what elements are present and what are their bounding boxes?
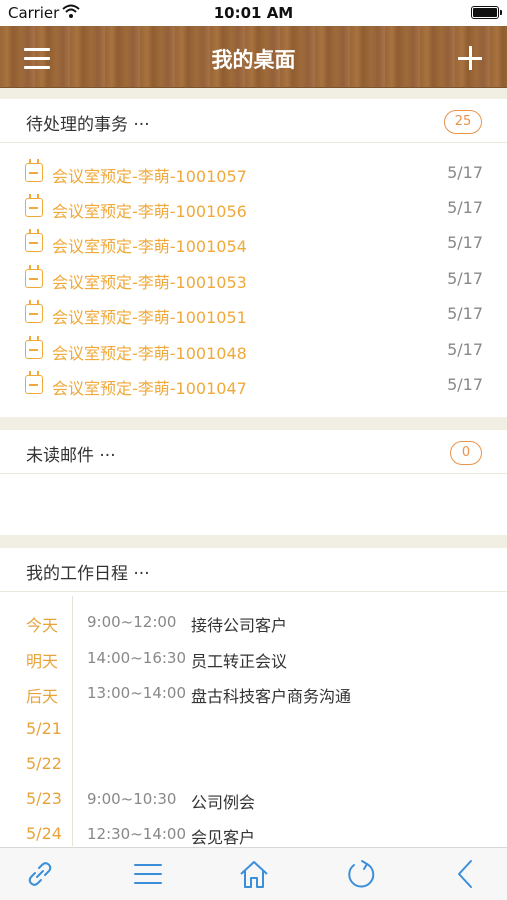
task-date: 5/17 [447, 340, 483, 359]
schedule-header[interactable]: 我的工作日程 ··· [0, 548, 507, 592]
schedule-row[interactable]: 5/22 [0, 752, 507, 776]
task-item[interactable]: 会议室预定-李萌-1001053 5/17 [25, 265, 483, 292]
task-date: 5/17 [447, 198, 483, 217]
task-title: 会议室预定-李萌-1001047 [52, 379, 247, 398]
task-title: 会议室预定-李萌-1001051 [52, 308, 247, 327]
schedule-time: 12:30~14:00 [87, 825, 187, 843]
schedule-row[interactable]: 5/23 9:00~10:30 公司例会 [0, 787, 507, 812]
link-icon[interactable] [24, 858, 56, 890]
schedule-time: 13:00~14:00 [87, 684, 187, 702]
calendar-icon [25, 300, 43, 323]
pending-tasks-title: 待处理的事务 ··· [26, 115, 150, 135]
schedule-day: 5/24 [26, 824, 62, 843]
calendar-icon [25, 336, 43, 359]
schedule-day: 明天 [26, 652, 59, 671]
schedule-day: 5/23 [26, 789, 62, 808]
task-date: 5/17 [447, 375, 483, 394]
navigation-bar: 我的桌面 [0, 26, 507, 88]
task-item[interactable]: 会议室预定-李萌-1001047 5/17 [25, 371, 483, 398]
pending-tasks-card: 待处理的事务 ··· 25 会议室预定-李萌-1001057 5/17 会议室预… [0, 99, 507, 417]
task-title: 会议室预定-李萌-1001054 [52, 237, 247, 256]
page-title: 我的桌面 [211, 48, 296, 72]
schedule-row[interactable]: 明天 14:00~16:30 员工转正会议 [0, 646, 507, 671]
back-icon[interactable] [450, 858, 482, 890]
list-icon[interactable] [132, 858, 164, 890]
task-date: 5/17 [447, 304, 483, 323]
home-icon[interactable] [238, 858, 270, 890]
schedule-day: 5/21 [26, 719, 62, 738]
clock: 10:01 AM [213, 4, 294, 22]
calendar-icon [25, 371, 43, 394]
pending-tasks-header[interactable]: 待处理的事务 ··· 25 [0, 99, 507, 143]
schedule-event: 会见客户 [191, 828, 256, 847]
unread-mail-title: 未读邮件 ··· [26, 446, 116, 466]
task-item[interactable]: 会议室预定-李萌-1001057 5/17 [25, 159, 483, 186]
calendar-icon [25, 159, 43, 182]
add-button[interactable] [458, 46, 482, 70]
task-item[interactable]: 会议室预定-李萌-1001048 5/17 [25, 336, 483, 363]
refresh-icon[interactable] [345, 858, 377, 890]
battery-icon [471, 6, 502, 19]
pending-count-badge: 25 [444, 110, 482, 134]
schedule-time: 14:00~16:30 [87, 649, 187, 667]
schedule-row[interactable]: 5/21 [0, 717, 507, 741]
calendar-icon [25, 194, 43, 217]
unread-mail-card: 未读邮件 ··· 0 [0, 430, 507, 535]
task-item[interactable]: 会议室预定-李萌-1001051 5/17 [25, 300, 483, 327]
task-item[interactable]: 会议室预定-李萌-1001054 5/17 [25, 229, 483, 256]
schedule-event: 盘古科技客户商务沟通 [191, 687, 352, 706]
schedule-time: 9:00~12:00 [87, 613, 177, 631]
schedule-row[interactable]: 今天 9:00~12:00 接待公司客户 [0, 610, 507, 635]
schedule-day: 5/22 [26, 754, 62, 773]
schedule-row[interactable]: 后天 13:00~14:00 盘古科技客户商务沟通 [0, 681, 507, 706]
schedule-row[interactable]: 5/24 12:30~14:00 会见客户 [0, 822, 507, 847]
task-title: 会议室预定-李萌-1001056 [52, 202, 247, 221]
task-date: 5/17 [447, 269, 483, 288]
task-title: 会议室预定-李萌-1001057 [52, 167, 247, 186]
task-date: 5/17 [447, 233, 483, 252]
task-item[interactable]: 会议室预定-李萌-1001056 5/17 [25, 194, 483, 221]
unread-mail-header[interactable]: 未读邮件 ··· 0 [0, 430, 507, 474]
mail-count-badge: 0 [450, 441, 482, 465]
schedule-title: 我的工作日程 ··· [26, 564, 150, 584]
calendar-icon [25, 229, 43, 252]
calendar-icon [25, 265, 43, 288]
schedule-day: 今天 [26, 616, 59, 635]
task-date: 5/17 [447, 163, 483, 182]
status-bar: Carrier 10:01 AM [0, 0, 507, 26]
bottom-toolbar [0, 847, 507, 900]
task-title: 会议室预定-李萌-1001048 [52, 344, 247, 363]
schedule-day: 后天 [26, 687, 59, 706]
schedule-event: 公司例会 [191, 793, 256, 812]
schedule-event: 员工转正会议 [191, 652, 288, 671]
schedule-time: 9:00~10:30 [87, 790, 177, 808]
schedule-event: 接待公司客户 [191, 616, 288, 635]
task-title: 会议室预定-李萌-1001053 [52, 273, 247, 292]
